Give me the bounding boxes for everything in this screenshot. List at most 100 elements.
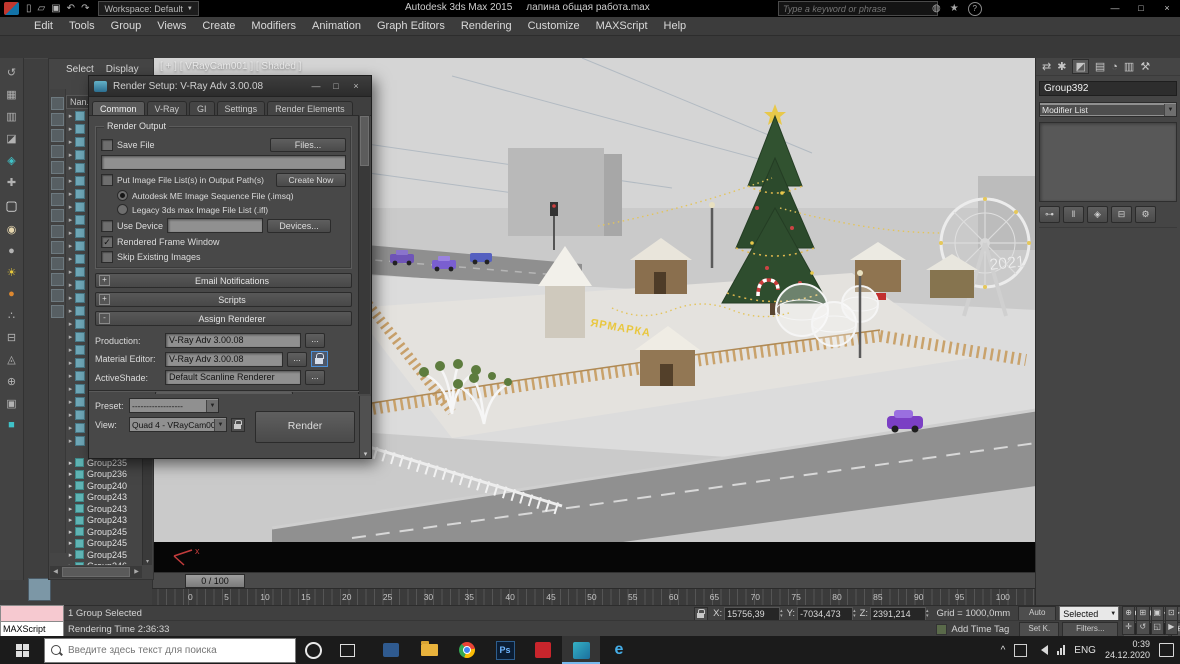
list-item[interactable]: ▸Group246 xyxy=(66,561,142,566)
minus-box-tool-icon[interactable]: ⊟ xyxy=(7,331,16,344)
expand-arrow-icon[interactable]: ▸ xyxy=(66,125,75,133)
y-coordinate-field[interactable]: -7034,473 xyxy=(797,607,853,621)
expand-arrow-icon[interactable]: ▸ xyxy=(66,505,75,513)
list-item[interactable]: ▸Group245 xyxy=(66,538,142,550)
configure-modifier-sets-button[interactable]: ⚙ xyxy=(1135,206,1156,223)
menu-group[interactable]: Group xyxy=(103,20,150,32)
selection-lock-button[interactable] xyxy=(28,578,51,601)
listener-script-line[interactable]: MAXScript xyxy=(0,622,64,637)
cortana-button[interactable] xyxy=(296,642,330,659)
expand-arrow-icon[interactable]: ▸ xyxy=(66,164,75,172)
explorer-tool-icon[interactable] xyxy=(51,241,64,254)
file-explorer-button[interactable] xyxy=(410,636,448,664)
3ds-max-logo-icon[interactable] xyxy=(4,2,19,15)
collapse-minus-icon[interactable]: - xyxy=(99,313,110,324)
red-app-button[interactable] xyxy=(524,636,562,664)
tab-render-elements[interactable]: Render Elements xyxy=(267,101,353,115)
dots-tool-icon[interactable]: ∴ xyxy=(8,309,15,322)
expand-arrow-icon[interactable]: ▸ xyxy=(66,424,75,432)
show-end-result-button[interactable]: ‖ xyxy=(1063,206,1084,223)
restore-button[interactable]: □ xyxy=(1128,0,1154,17)
list-item[interactable]: ▸Group245 xyxy=(66,549,142,561)
explorer-tool-icon[interactable] xyxy=(51,97,64,110)
x-coordinate-field[interactable]: 15756,39 xyxy=(724,607,780,621)
explorer-tool-icon[interactable] xyxy=(51,273,64,286)
explorer-tool-icon[interactable] xyxy=(51,257,64,270)
expand-arrow-icon[interactable]: ▸ xyxy=(66,294,75,302)
expand-arrow-icon[interactable]: ▸ xyxy=(66,177,75,185)
tab-common[interactable]: Common xyxy=(92,101,145,115)
material-browse-button[interactable]: ... xyxy=(287,352,307,367)
menu-animation[interactable]: Animation xyxy=(304,20,369,32)
remove-modifier-button[interactable]: ⊟ xyxy=(1111,206,1132,223)
favorites-icon[interactable]: ★ xyxy=(950,3,959,14)
activeshade-browse-button[interactable]: ... xyxy=(305,370,325,385)
tab-hierarchy[interactable]: ▤ xyxy=(1095,60,1105,73)
explorer-tool-icon[interactable] xyxy=(51,113,64,126)
list-item[interactable]: ▸Group243 xyxy=(66,515,142,527)
explorer-tool-icon[interactable] xyxy=(51,145,64,158)
skip-existing-checkbox[interactable] xyxy=(101,251,113,263)
expand-plus-icon[interactable]: + xyxy=(99,275,110,286)
explorer-horizontal-scrollbar[interactable]: ◀ ▶ xyxy=(50,566,142,578)
y-spinner[interactable]: ▴▾ xyxy=(853,609,856,619)
transform-lock-icon[interactable] xyxy=(694,607,708,621)
activeshade-renderer-field[interactable]: Default Scanline Renderer xyxy=(165,370,301,385)
3ds-max-taskbar-button[interactable] xyxy=(562,636,600,664)
expand-arrow-icon[interactable]: ▸ xyxy=(66,346,75,354)
expand-arrow-icon[interactable]: ▸ xyxy=(66,190,75,198)
sun-light-icon[interactable]: ☀ xyxy=(7,266,17,279)
maxscript-mini-listener[interactable]: MAXScript xyxy=(0,605,64,636)
expand-arrow-icon[interactable]: ▸ xyxy=(66,216,75,224)
files-button[interactable]: Files... xyxy=(270,138,346,152)
expand-arrow-icon[interactable]: ▸ xyxy=(66,528,75,536)
teal-swatch-icon[interactable]: ■ xyxy=(8,419,15,431)
use-device-checkbox[interactable] xyxy=(101,220,113,232)
expand-arrow-icon[interactable]: ▸ xyxy=(66,255,75,263)
rotate-tool-icon[interactable]: ↺ xyxy=(7,66,16,79)
assign-renderer-rollout[interactable]: - Assign Renderer xyxy=(95,311,352,326)
scrollbar-thumb[interactable] xyxy=(62,567,130,577)
chrome-button[interactable] xyxy=(448,636,486,664)
devices-button[interactable]: Devices... xyxy=(267,219,331,233)
photoshop-button[interactable]: Ps xyxy=(486,636,524,664)
expand-arrow-icon[interactable]: ▸ xyxy=(66,459,75,467)
list-item[interactable]: ▸Group243 xyxy=(66,503,142,515)
scrollbar-thumb[interactable] xyxy=(360,116,369,166)
add-tool-icon[interactable]: ✚ xyxy=(7,176,16,189)
menu-rendering[interactable]: Rendering xyxy=(453,20,520,32)
panel-arrow-icon[interactable]: ⇄ xyxy=(1042,60,1051,73)
preset-dropdown[interactable]: ------------------ ▼ xyxy=(129,398,219,413)
menu-customize[interactable]: Customize xyxy=(520,20,588,32)
explorer-tool-icon[interactable] xyxy=(51,129,64,142)
rendered-frame-window-checkbox[interactable]: ✓ xyxy=(101,236,113,248)
lock-view-button[interactable] xyxy=(231,418,245,432)
triangle-tool-icon[interactable]: ◬ xyxy=(7,353,15,366)
expand-arrow-icon[interactable]: ▸ xyxy=(66,229,75,237)
square-tool-icon[interactable]: ▣ xyxy=(6,397,16,410)
lock-material-renderer-button[interactable] xyxy=(311,351,328,367)
pan-icon[interactable]: ✛ xyxy=(1122,620,1135,635)
taskbar-search-input[interactable] xyxy=(66,644,289,657)
expand-arrow-icon[interactable]: ▸ xyxy=(66,320,75,328)
expand-arrow-icon[interactable]: ▸ xyxy=(66,411,75,419)
taskbar-search[interactable] xyxy=(44,638,296,663)
undo-icon[interactable]: ↶ xyxy=(67,3,75,14)
menu-tools[interactable]: Tools xyxy=(61,20,103,32)
community-icon[interactable]: ◍ xyxy=(932,3,941,14)
explorer-tool-icon[interactable] xyxy=(51,289,64,302)
create-now-button[interactable]: Create Now xyxy=(276,173,346,187)
render-flyout-strip[interactable]: ▾ xyxy=(359,396,371,458)
save-file-checkbox[interactable] xyxy=(101,139,113,151)
material-editor-renderer-field[interactable]: V-Ray Adv 3.00.08 xyxy=(165,352,283,367)
explorer-menu-display[interactable]: Display xyxy=(106,64,139,75)
language-indicator[interactable]: ENG xyxy=(1074,645,1096,656)
redo-icon[interactable]: ↷ xyxy=(81,3,89,14)
task-view-button[interactable] xyxy=(330,644,364,657)
modifier-list-dropdown[interactable]: Modifier List ▼ xyxy=(1039,102,1177,117)
key-filters-button[interactable]: Filters... xyxy=(1062,622,1118,637)
dialog-close-button[interactable]: × xyxy=(346,81,366,91)
production-browse-button[interactable]: ... xyxy=(305,333,325,348)
dialog-scrollbar[interactable] xyxy=(358,115,370,394)
viewport-label[interactable]: [ + ] [ VRayCam001 ] [ Shaded ] xyxy=(160,61,301,72)
